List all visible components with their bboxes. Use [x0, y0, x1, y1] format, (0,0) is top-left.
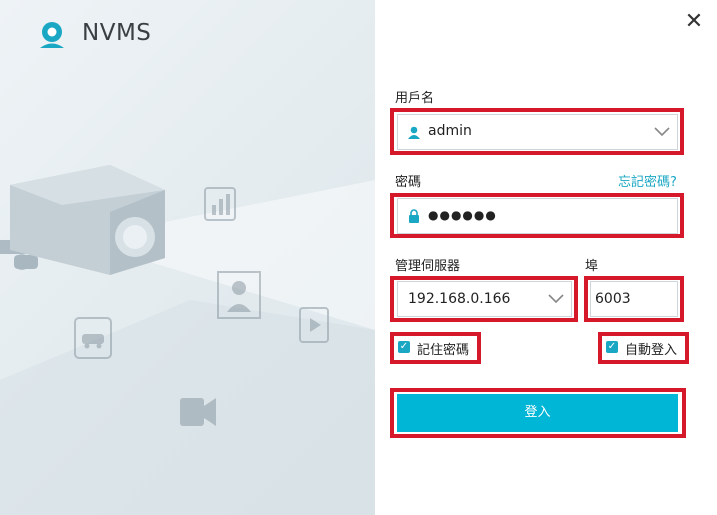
webcam-logo-icon — [40, 22, 64, 48]
port-label: 埠 — [585, 259, 599, 274]
port-value: 6003 — [595, 291, 631, 307]
forgot-password-link[interactable]: 忘記密碼? — [618, 171, 677, 190]
server-label: 管理伺服器 — [395, 259, 461, 274]
port-field[interactable]: 6003 — [590, 281, 678, 317]
auto-login-checkbox[interactable]: ✓ 自動登入 — [605, 339, 683, 359]
username-label: 用戶名 — [395, 91, 435, 106]
user-icon — [408, 126, 420, 139]
decorative-background — [0, 0, 375, 515]
server-field[interactable]: 192.168.0.166 — [397, 281, 572, 317]
checkmark-icon: ✓ — [606, 341, 618, 353]
password-field[interactable]: ●●●●●● — [397, 198, 678, 234]
username-field[interactable]: admin — [397, 114, 678, 150]
checkmark-icon: ✓ — [398, 341, 410, 353]
remember-password-label: 記住密碼 — [417, 343, 470, 358]
login-button[interactable]: 登入 — [397, 394, 678, 432]
auto-login-label: 自動登入 — [625, 343, 678, 358]
password-value: ●●●●●● — [428, 208, 497, 222]
close-icon[interactable]: ✕ — [683, 11, 705, 33]
security-camera-illustration — [0, 165, 375, 515]
chevron-down-icon[interactable] — [654, 127, 670, 137]
lock-icon — [409, 209, 419, 223]
chevron-down-icon[interactable] — [548, 294, 564, 304]
password-label: 密碼 — [395, 175, 422, 190]
server-value: 192.168.0.166 — [408, 291, 511, 307]
remember-password-checkbox[interactable]: ✓ 記住密碼 — [397, 339, 475, 359]
video-camera-icon — [180, 398, 216, 426]
username-value: admin — [428, 123, 472, 139]
app-title: NVMS — [82, 20, 152, 46]
